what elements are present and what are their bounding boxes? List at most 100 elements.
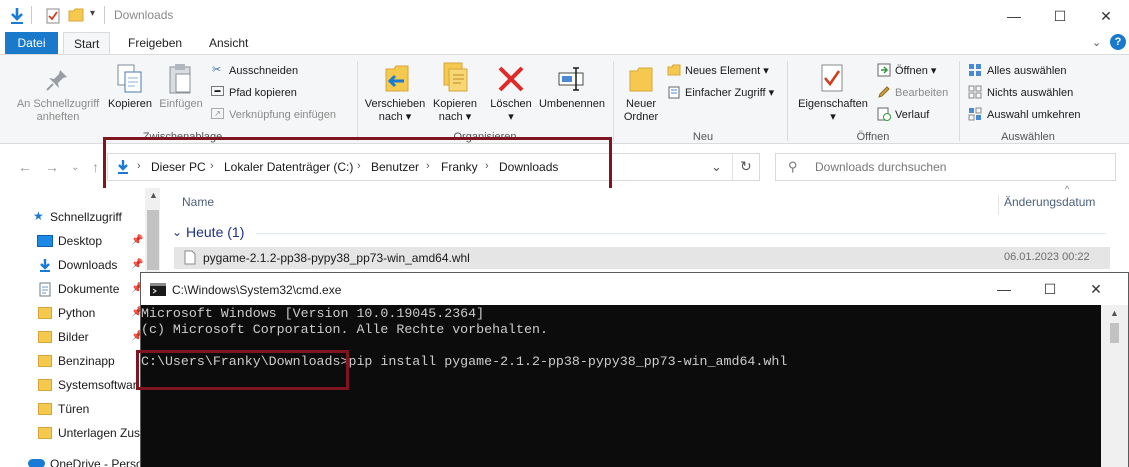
tab-share[interactable]: Freigeben [118,32,192,54]
nav-item-downloads[interactable]: Downloads 📌 [0,258,160,276]
cmd-app-icon [150,283,166,296]
easy-access-icon [668,86,680,99]
console-line: (c) Microsoft Corporation. Alle Rechte v… [141,322,548,337]
new-folder-icon[interactable] [68,8,84,22]
paste-button[interactable]: Einfügen [155,98,207,111]
ribbon-tabs: Datei Start Freigeben Ansicht ⌄ ? [0,32,1129,54]
up-arrow-icon[interactable]: ↑ [92,159,99,175]
search-icon: ⚲ [788,159,798,174]
address-dropdown-icon[interactable]: ⌄ [711,159,722,175]
group-header-today[interactable]: Heute (1) [186,224,244,240]
pin-quick-access-button[interactable]: An Schnellzugriff anheften [8,98,108,124]
edit-button[interactable]: Bearbeiten [895,86,948,100]
collapse-group-icon[interactable]: ⌄ [172,225,182,239]
delete-label: Löschen [490,98,532,110]
pin-icon: 📌 [131,259,144,270]
tab-view[interactable]: Ansicht [199,32,258,54]
nav-item-python[interactable]: Python 📌 [0,306,160,324]
new-folder-button[interactable]: Neuer Ordner [618,98,664,124]
invert-selection-button[interactable]: Auswahl umkehren [987,108,1081,122]
properties-button[interactable]: Eigenschaften ▾ [794,98,872,124]
cmd-maximize-button[interactable]: ☐ [1027,273,1073,305]
cmd-title-bar: C:\Windows\System32\cmd.exe — ☐ ✕ [141,273,1128,305]
copy-path-button[interactable]: Pfad kopieren [229,86,297,100]
nav-item-label: Bilder [58,330,89,344]
tab-start[interactable]: Start [63,32,111,54]
copy-button[interactable]: Kopieren [104,98,156,111]
cmd-close-button[interactable]: ✕ [1073,273,1119,305]
scroll-thumb[interactable] [1110,323,1119,343]
nav-item-documents-extra[interactable]: Unterlagen Zus [0,426,160,444]
new-item-button[interactable]: Neues Element ▾ [685,64,769,78]
nav-item-label: OneDrive - Perso [50,457,143,467]
rename-button[interactable]: Umbenennen [533,98,611,111]
scroll-thumb[interactable] [147,210,159,270]
group-divider [256,233,1106,234]
column-divider [998,195,999,215]
new-folder-icon [629,67,653,92]
nav-item-label: Türen [58,402,90,416]
move-to-button[interactable]: Verschieben nach ▾ [362,98,428,124]
select-none-icon [968,85,982,99]
shortcut-icon: ↗ [211,108,224,119]
column-header-modified[interactable]: Änderungsdatum [1004,195,1095,209]
file-row[interactable]: pygame-2.1.2-pp38-pypy38_pp73-win_amd64.… [174,247,1110,269]
properties-label: Eigenschaften [798,98,868,110]
recent-locations-icon[interactable]: ⌄ [71,162,79,173]
group-open-label: Öffnen [856,131,890,143]
refresh-icon[interactable]: ↻ [740,158,752,175]
console-scrollbar[interactable]: ▲ [1101,305,1128,467]
group-separator [357,61,358,141]
onedrive-cloud-icon [28,459,45,467]
history-button[interactable]: Verlauf [895,108,929,122]
download-arrow-icon[interactable] [9,7,25,25]
cut-button[interactable]: Ausschneiden [229,64,298,78]
nav-quick-access[interactable]: Schnellzugriff [50,210,122,224]
easy-access-button[interactable]: Einfacher Zugriff ▾ [685,86,774,100]
maximize-button[interactable]: ☐ [1037,0,1083,32]
folder-icon [38,331,52,343]
pin-quick-access-label-1: An Schnellzugriff [16,98,100,110]
pin-icon: 📌 [131,235,144,246]
search-box[interactable]: ⚲ Downloads durchsuchen [775,153,1116,181]
open-button[interactable]: Öffnen ▾ [895,64,936,78]
search-input[interactable]: Downloads durchsuchen [815,160,946,174]
ribbon-start: An Schnellzugriff anheften Kopieren Einf… [0,54,1129,144]
delete-x-icon [498,66,524,92]
close-button[interactable]: ✕ [1083,0,1129,32]
scissors-icon: ✂ [212,64,222,76]
copy-to-button[interactable]: Kopieren nach ▾ [428,98,482,124]
paste-shortcut-button[interactable]: Verknüpfung einfügen [229,108,336,122]
delete-button[interactable]: Löschen ▾ [486,98,536,124]
nav-item-label: Dokumente [58,282,120,296]
move-to-label-1: Verschieben [364,98,426,110]
expand-ribbon-icon[interactable]: ⌄ [1092,36,1101,49]
back-arrow-icon[interactable]: ← [18,159,32,175]
new-folder-label-2: Ordner [623,111,659,123]
nav-item-pictures[interactable]: Bilder 📌 [0,330,160,348]
nav-item-desktop[interactable]: Desktop 📌 [0,234,160,252]
properties-icon[interactable] [46,8,60,24]
select-all-button[interactable]: Alles auswählen [987,64,1067,78]
cmd-minimize-button[interactable]: — [981,273,1027,305]
desktop-icon [37,235,53,247]
divider [31,6,32,24]
tab-file[interactable]: Datei [5,32,58,54]
help-icon[interactable]: ? [1110,34,1126,50]
scroll-up-icon[interactable]: ▲ [149,190,158,200]
group-separator [959,61,960,141]
minimize-button[interactable]: — [991,0,1037,32]
group-separator [787,61,788,141]
customize-quick-access-icon[interactable]: ▾ [90,8,95,19]
scroll-up-icon[interactable]: ▲ [1110,308,1119,318]
nav-item-documents[interactable]: Dokumente 📌 [0,282,160,300]
divider [732,154,733,180]
nav-item-label: Benzinapp [58,354,115,368]
folder-icon [38,307,52,319]
history-icon [877,107,891,121]
nav-item-onedrive[interactable]: OneDrive - Perso [0,456,160,467]
column-header-name[interactable]: Name [182,195,214,209]
select-none-button[interactable]: Nichts auswählen [987,86,1073,100]
forward-arrow-icon[interactable]: → [45,159,59,175]
nav-item-doors[interactable]: Türen [0,402,160,420]
